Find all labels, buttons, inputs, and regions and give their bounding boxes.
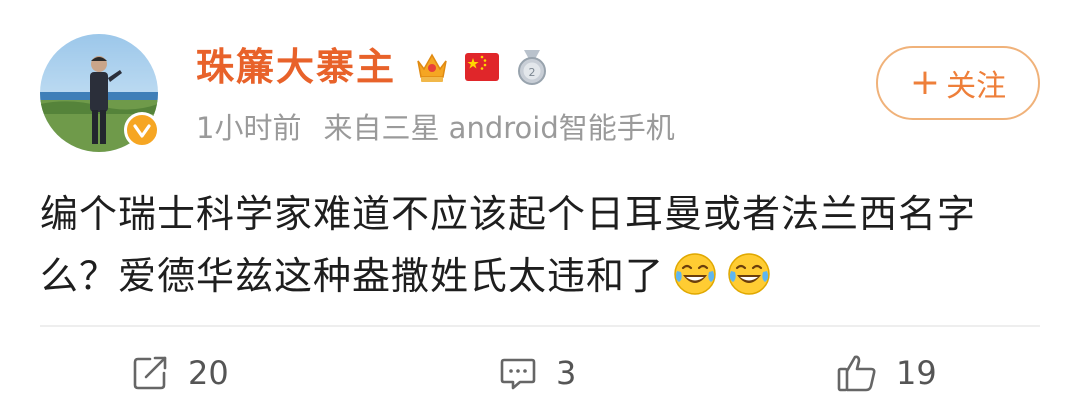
- post-meta: 1小时前 来自三星 android智能手机: [196, 108, 675, 148]
- laughing-crying-emoji-icon: [728, 253, 770, 295]
- medal-icon[interactable]: 2: [512, 47, 552, 87]
- post-text: 编个瑞士科学家难道不应该起个日耳曼或者法兰西名字么？爱德华兹这种盎撒姓氏太违和了: [40, 192, 977, 298]
- comment-icon: [500, 358, 536, 390]
- divider: [40, 325, 1040, 327]
- post-time: 1小时前: [196, 111, 302, 145]
- post-content: 编个瑞士科学家难道不应该起个日耳曼或者法兰西名字么？爱德华兹这种盎撒姓氏太违和了: [40, 183, 1040, 307]
- user-badges: 2: [412, 47, 552, 87]
- follow-label: 关注: [946, 69, 1007, 104]
- like-button[interactable]: 19: [836, 348, 937, 398]
- plus-icon: +: [909, 62, 941, 103]
- repost-count: 20: [188, 354, 229, 392]
- post-source[interactable]: 来自三星 android智能手机: [323, 111, 674, 145]
- crown-icon[interactable]: [412, 47, 452, 87]
- avatar-container[interactable]: [40, 34, 160, 152]
- repost-icon: [133, 356, 167, 390]
- comment-count: 3: [556, 354, 577, 392]
- like-count: 19: [896, 354, 937, 392]
- verified-icon: [124, 112, 160, 148]
- laughing-crying-emoji-icon: [674, 253, 716, 295]
- username[interactable]: 珠簾大寨主: [196, 42, 396, 92]
- repost-button[interactable]: 20: [130, 348, 229, 398]
- china-flag-icon[interactable]: [462, 47, 502, 87]
- weibo-post-card: 珠簾大寨主 2 1小时前 来自三星 android智能手机 + 关注 编个瑞士科…: [0, 0, 1080, 408]
- svg-text:2: 2: [529, 66, 536, 79]
- follow-button[interactable]: + 关注: [876, 46, 1040, 120]
- comment-button[interactable]: 3: [498, 348, 576, 398]
- thumbs-up-icon: [837, 355, 876, 392]
